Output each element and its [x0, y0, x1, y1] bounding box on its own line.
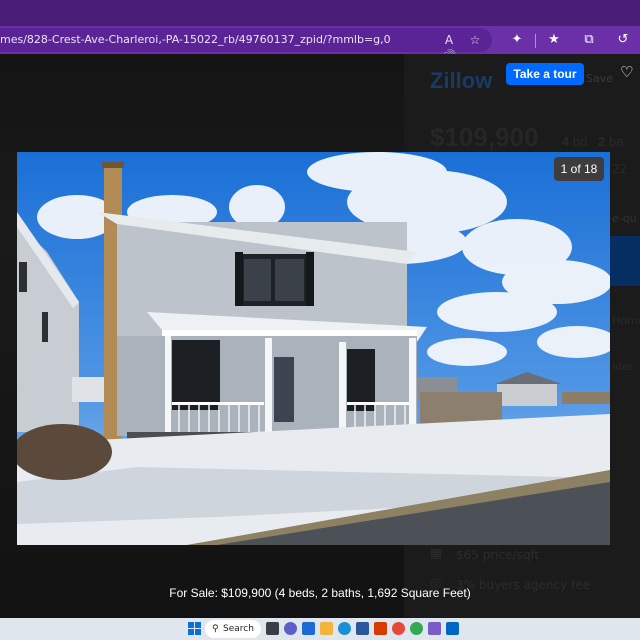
history-icon[interactable]: ↺ [613, 31, 633, 49]
app-icon[interactable] [446, 622, 459, 635]
edge-icon[interactable] [338, 622, 351, 635]
office-icon[interactable] [392, 622, 405, 635]
file-explorer-icon[interactable] [320, 622, 333, 635]
photo-counter: 1 of 18 [554, 157, 604, 181]
address-fragment: 22 [612, 162, 628, 176]
search-icon: ⚲ [212, 624, 219, 634]
baths-unit: ba [609, 134, 624, 149]
ider-fragment: ider [612, 360, 634, 373]
read-aloud-icon[interactable]: A🔊 [440, 32, 458, 63]
photo-caption: For Sale: $109,900 (4 beds, 2 baths, 1,6… [169, 586, 471, 600]
extensions-icon[interactable]: ✦ [507, 31, 527, 49]
beds-value: 4 [562, 134, 570, 149]
photos-icon[interactable] [428, 622, 441, 635]
chrome-icon[interactable] [410, 622, 423, 635]
zillow-logo: Zillow [430, 68, 493, 93]
listing-photo[interactable] [17, 152, 610, 545]
question-fragment: e-qu [612, 212, 637, 225]
baths-value: 2 [598, 134, 606, 149]
taskbar-search[interactable]: ⚲ Search [205, 620, 261, 638]
title-bar [0, 0, 640, 26]
beds-unit: bd [572, 134, 588, 149]
take-a-tour-button[interactable]: Take a tour [506, 63, 584, 85]
save-link[interactable]: Save [586, 72, 613, 85]
chat-icon[interactable] [284, 622, 297, 635]
price-per-sqft: $65 price/sqft [456, 548, 540, 562]
home-fragment: Home [612, 314, 640, 327]
taskbar: ⚲ Search [0, 618, 640, 640]
listing-price: $109,900 [430, 122, 539, 152]
url-text[interactable]: mes/828-Crest-Ave-Charleroi,-PA-15022_rb… [0, 33, 391, 46]
collections-icon[interactable]: ⧉ [579, 31, 599, 49]
beds-baths: 4 bd 2 ba [562, 134, 624, 149]
word-icon[interactable] [374, 622, 387, 635]
add-favorite-icon[interactable]: ☆ [466, 32, 484, 48]
store-icon[interactable] [356, 622, 369, 635]
favorites-icon[interactable]: ★ [544, 31, 564, 49]
heart-icon[interactable]: ♡ [620, 64, 636, 80]
address-bar-row: mes/828-Crest-Ave-Charleroi,-PA-15022_rb… [0, 26, 640, 63]
search-label: Search [223, 624, 254, 634]
contact-agent-button [610, 236, 640, 286]
price-sqft-icon: ▦ [430, 546, 443, 561]
windows-start-icon[interactable] [188, 622, 202, 636]
house-photo-illustration [17, 152, 610, 545]
address-bar[interactable]: mes/828-Crest-Ave-Charleroi,-PA-15022_rb… [0, 28, 492, 63]
widgets-icon[interactable] [302, 622, 315, 635]
toolbar-divider [535, 34, 536, 48]
task-view-icon[interactable] [266, 622, 279, 635]
